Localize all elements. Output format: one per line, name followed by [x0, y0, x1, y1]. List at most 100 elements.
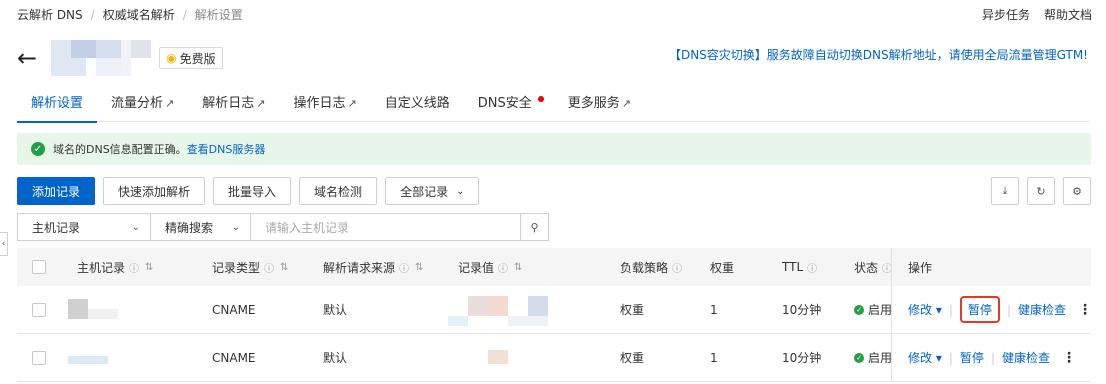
weight: 1: [710, 350, 718, 365]
refresh-icon[interactable]: ↻: [1027, 177, 1055, 205]
back-arrow-icon[interactable]: ←: [17, 46, 37, 70]
request-source: 默认: [323, 303, 348, 317]
column-value[interactable]: 记录值 ⓘ ⇅: [458, 259, 522, 276]
row-checkbox[interactable]: [32, 350, 46, 365]
top-links: 异步任务 帮助文档: [982, 6, 1092, 23]
search-bar: 主机记录 ⌄ 精确搜索 ⌄ 请输入主机记录 ⚲: [17, 213, 549, 241]
plan-badge-label: 免费版: [179, 51, 216, 66]
sort-icon[interactable]: ⇅: [280, 262, 288, 273]
column-divider: [891, 334, 892, 381]
select-all-checkbox[interactable]: [32, 260, 46, 274]
sort-icon[interactable]: ⇅: [145, 262, 153, 273]
tab-label: 流量分析: [111, 96, 164, 111]
view-dns-servers-link[interactable]: 查看DNS服务器: [187, 141, 266, 157]
settings-gear-icon[interactable]: ⚙: [1063, 177, 1091, 205]
tab-dns-security[interactable]: DNS安全: [464, 90, 554, 122]
dns-status-alert: ✓ 域名的DNS信息配置正确。 查看DNS服务器: [17, 133, 1091, 165]
ttl: 10分钟: [782, 351, 822, 365]
table-row: CNAME 默认 权重 1 10分钟 ✓ 启用 修改 ▾ | 暂停 | 健康检查 …: [17, 334, 1091, 382]
host-value-redacted: [68, 298, 118, 321]
quick-add-button[interactable]: 快速添加解析: [103, 177, 206, 205]
health-check-button[interactable]: 健康检查: [1018, 301, 1066, 318]
pause-button[interactable]: 暂停: [959, 296, 1000, 323]
download-icon[interactable]: ⤓: [991, 177, 1019, 205]
column-type[interactable]: 记录类型 ⓘ ⇅: [212, 259, 288, 276]
column-source[interactable]: 解析请求来源 ⓘ ⇅: [323, 259, 423, 276]
help-icon: ⓘ: [264, 263, 275, 275]
health-check-button[interactable]: 健康检查: [1002, 349, 1050, 366]
tab-custom-lines[interactable]: 自定义线路: [371, 90, 464, 122]
row-actions: 修改 ▾ | 暂停 | 健康检查 ⋮: [908, 349, 1076, 366]
sort-icon[interactable]: ⇅: [514, 262, 522, 273]
row-actions: 修改 ▾ | 暂停 | 健康检查 ⋮: [908, 296, 1092, 323]
help-icon: ⓘ: [399, 263, 410, 275]
async-tasks-link[interactable]: 异步任务: [982, 6, 1030, 23]
help-icon: ⓘ: [498, 263, 509, 275]
sort-icon[interactable]: ⇅: [415, 262, 423, 273]
column-host[interactable]: 主机记录 ⓘ ⇅: [77, 259, 153, 276]
search-field-label: 主机记录: [32, 220, 81, 235]
tab-operation-log[interactable]: 操作日志 ↗: [279, 90, 370, 122]
add-record-button[interactable]: 添加记录: [17, 177, 96, 205]
tab-more-services[interactable]: 更多服务 ↗: [554, 90, 645, 122]
disaster-recovery-notice[interactable]: 【DNS容灾切换】服务故障自动切换DNS解析地址，请使用全局流量管理GTM!: [669, 46, 1088, 63]
edit-dropdown-button[interactable]: 修改 ▾: [908, 349, 942, 366]
search-icon[interactable]: ⚲: [521, 213, 549, 241]
action-separator: |: [990, 350, 995, 365]
status-label: 启用: [868, 351, 893, 365]
tab-resolution-settings[interactable]: 解析设置: [17, 90, 98, 123]
table-row: CNAME 默认 权重 1 10分钟 ✓ 启用 修改 ▾ | 暂停 | 健康检查 …: [17, 286, 1092, 334]
column-label: 解析请求来源: [323, 260, 396, 275]
host-search-input[interactable]: 请输入主机记录: [251, 213, 521, 241]
status: ✓ 启用: [854, 349, 892, 366]
record-filter-dropdown[interactable]: 全部记录 ⌄: [385, 177, 480, 205]
chevron-down-icon: ⌄: [131, 221, 140, 233]
row-checkbox[interactable]: [32, 302, 46, 317]
column-ops: 操作: [908, 260, 933, 275]
breadcrumb-separator: /: [182, 7, 187, 22]
load-strategy: 权重: [620, 303, 645, 317]
edit-dropdown-button[interactable]: 修改 ▾: [908, 301, 942, 318]
load-strategy: 权重: [620, 351, 645, 365]
status: ✓ 启用: [854, 301, 892, 318]
tab-label: 操作日志: [293, 96, 346, 111]
external-link-icon: ↗: [256, 97, 266, 110]
weight: 1: [710, 302, 718, 317]
help-docs-link[interactable]: 帮助文档: [1044, 6, 1092, 23]
table-actions: ⤓ ↻ ⚙: [991, 177, 1091, 205]
search-mode-select[interactable]: 精确搜索 ⌄: [151, 213, 251, 241]
record-filter-label: 全部记录: [400, 184, 449, 199]
search-field-select[interactable]: 主机记录 ⌄: [17, 213, 151, 241]
table-header: 主机记录 ⓘ ⇅ 记录类型 ⓘ ⇅ 解析请求来源 ⓘ ⇅ 记录值 ⓘ ⇅ 负载策略 ⓘ 权重 TT…: [17, 248, 1091, 286]
success-check-icon: ✓: [31, 142, 45, 156]
crown-icon: ◉: [166, 51, 177, 65]
breadcrumb-item-dns[interactable]: 云解析 DNS: [17, 6, 83, 23]
caret-down-icon: ▾: [935, 303, 942, 317]
column-divider: [891, 248, 892, 286]
tab-resolution-log[interactable]: 解析日志 ↗: [188, 90, 279, 122]
help-icon: ⓘ: [807, 263, 818, 275]
enabled-check-icon: ✓: [854, 304, 864, 315]
pause-button[interactable]: 暂停: [960, 349, 984, 366]
action-separator: |: [948, 302, 953, 317]
tab-label: 更多服务: [567, 96, 620, 111]
tab-traffic-analysis[interactable]: 流量分析 ↗: [97, 90, 188, 122]
chevron-down-icon: ⌄: [231, 221, 240, 233]
more-actions-icon[interactable]: ⋮: [1062, 350, 1076, 366]
domain-check-button[interactable]: 域名检测: [299, 177, 378, 205]
page-header: ← ◉ 免费版: [17, 40, 223, 76]
breadcrumb-item-authoritative[interactable]: 权威域名解析: [103, 6, 175, 23]
tab-bar: 解析设置 流量分析 ↗ 解析日志 ↗ 操作日志 ↗ 自定义线路 DNS安全 更多服务 ↗: [17, 90, 1090, 123]
collapse-handle-icon[interactable]: ‹: [0, 232, 8, 256]
alert-text: 域名的DNS信息配置正确。: [53, 143, 187, 156]
tab-label: 解析设置: [31, 96, 84, 111]
column-weight: 权重: [710, 260, 735, 275]
chevron-down-icon: ⌄: [456, 185, 465, 197]
external-link-icon: ↗: [621, 97, 631, 110]
enabled-check-icon: ✓: [854, 352, 864, 363]
column-strategy: 负载策略 ⓘ: [620, 259, 682, 276]
record-value-redacted: [488, 349, 508, 366]
search-mode-label: 精确搜索: [165, 220, 214, 235]
more-actions-icon[interactable]: ⋮: [1078, 302, 1092, 318]
batch-import-button[interactable]: 批量导入: [213, 177, 292, 205]
